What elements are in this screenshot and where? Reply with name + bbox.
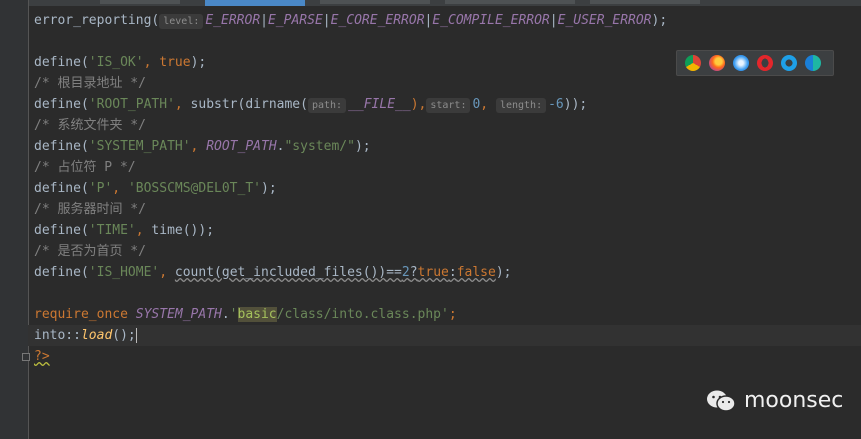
file-tab[interactable] [100, 0, 180, 4]
code-line-16: into::load(); [28, 325, 861, 346]
firefox-icon[interactable] [709, 55, 725, 71]
watermark-text: moonsec [744, 388, 844, 413]
text-caret [135, 328, 137, 343]
watermark: moonsec [706, 388, 843, 413]
param-hint-level: level: [159, 14, 204, 29]
line-gutter[interactable] [0, 0, 29, 439]
ie-icon[interactable] [781, 55, 797, 71]
opera-icon[interactable] [757, 55, 773, 71]
code-line-10: /* 服务器时间 */ [34, 202, 146, 217]
code-line-9: define('P', 'BOSSCMS@DEL0T_T'); [34, 181, 277, 196]
browser-preview-toolbar [676, 50, 834, 76]
edge-icon[interactable] [805, 55, 821, 71]
file-tab[interactable] [590, 0, 700, 4]
chrome-icon[interactable] [685, 55, 701, 71]
code-line-12: /* 是否为首页 */ [34, 244, 146, 259]
code-line-15: require_once SYSTEM_PATH.'basic/class/in… [34, 307, 457, 322]
file-tab[interactable] [445, 0, 575, 4]
param-hint-path: path: [307, 98, 347, 113]
param-hint-start: start: [426, 98, 471, 113]
code-line-8: /* 占位符 P */ [34, 160, 136, 175]
safari-icon[interactable] [733, 55, 749, 71]
code-line-7: define('SYSTEM_PATH', ROOT_PATH."system/… [34, 139, 371, 154]
fold-marker-icon[interactable] [22, 353, 30, 361]
code-line-6: /* 系统文件夹 */ [34, 118, 146, 133]
wechat-icon [707, 390, 736, 412]
code-line-1: error_reporting(level: E_ERROR|E_PARSE|E_… [34, 13, 668, 29]
editor-tab-bar [0, 0, 861, 6]
file-tab-active[interactable] [205, 0, 305, 6]
search-highlight: basic [237, 307, 277, 322]
code-line-11: define('TIME', time()); [34, 223, 215, 238]
param-hint-length: length: [495, 98, 547, 113]
code-line-4: /* 根目录地址 */ [34, 76, 146, 91]
file-tab[interactable] [320, 0, 430, 4]
code-line-5: define('ROOT_PATH', substr(dirname(path:… [34, 97, 588, 113]
code-line-13: define('IS_HOME', count(get_included_fil… [34, 265, 512, 280]
code-line-17: ?> [34, 349, 50, 364]
